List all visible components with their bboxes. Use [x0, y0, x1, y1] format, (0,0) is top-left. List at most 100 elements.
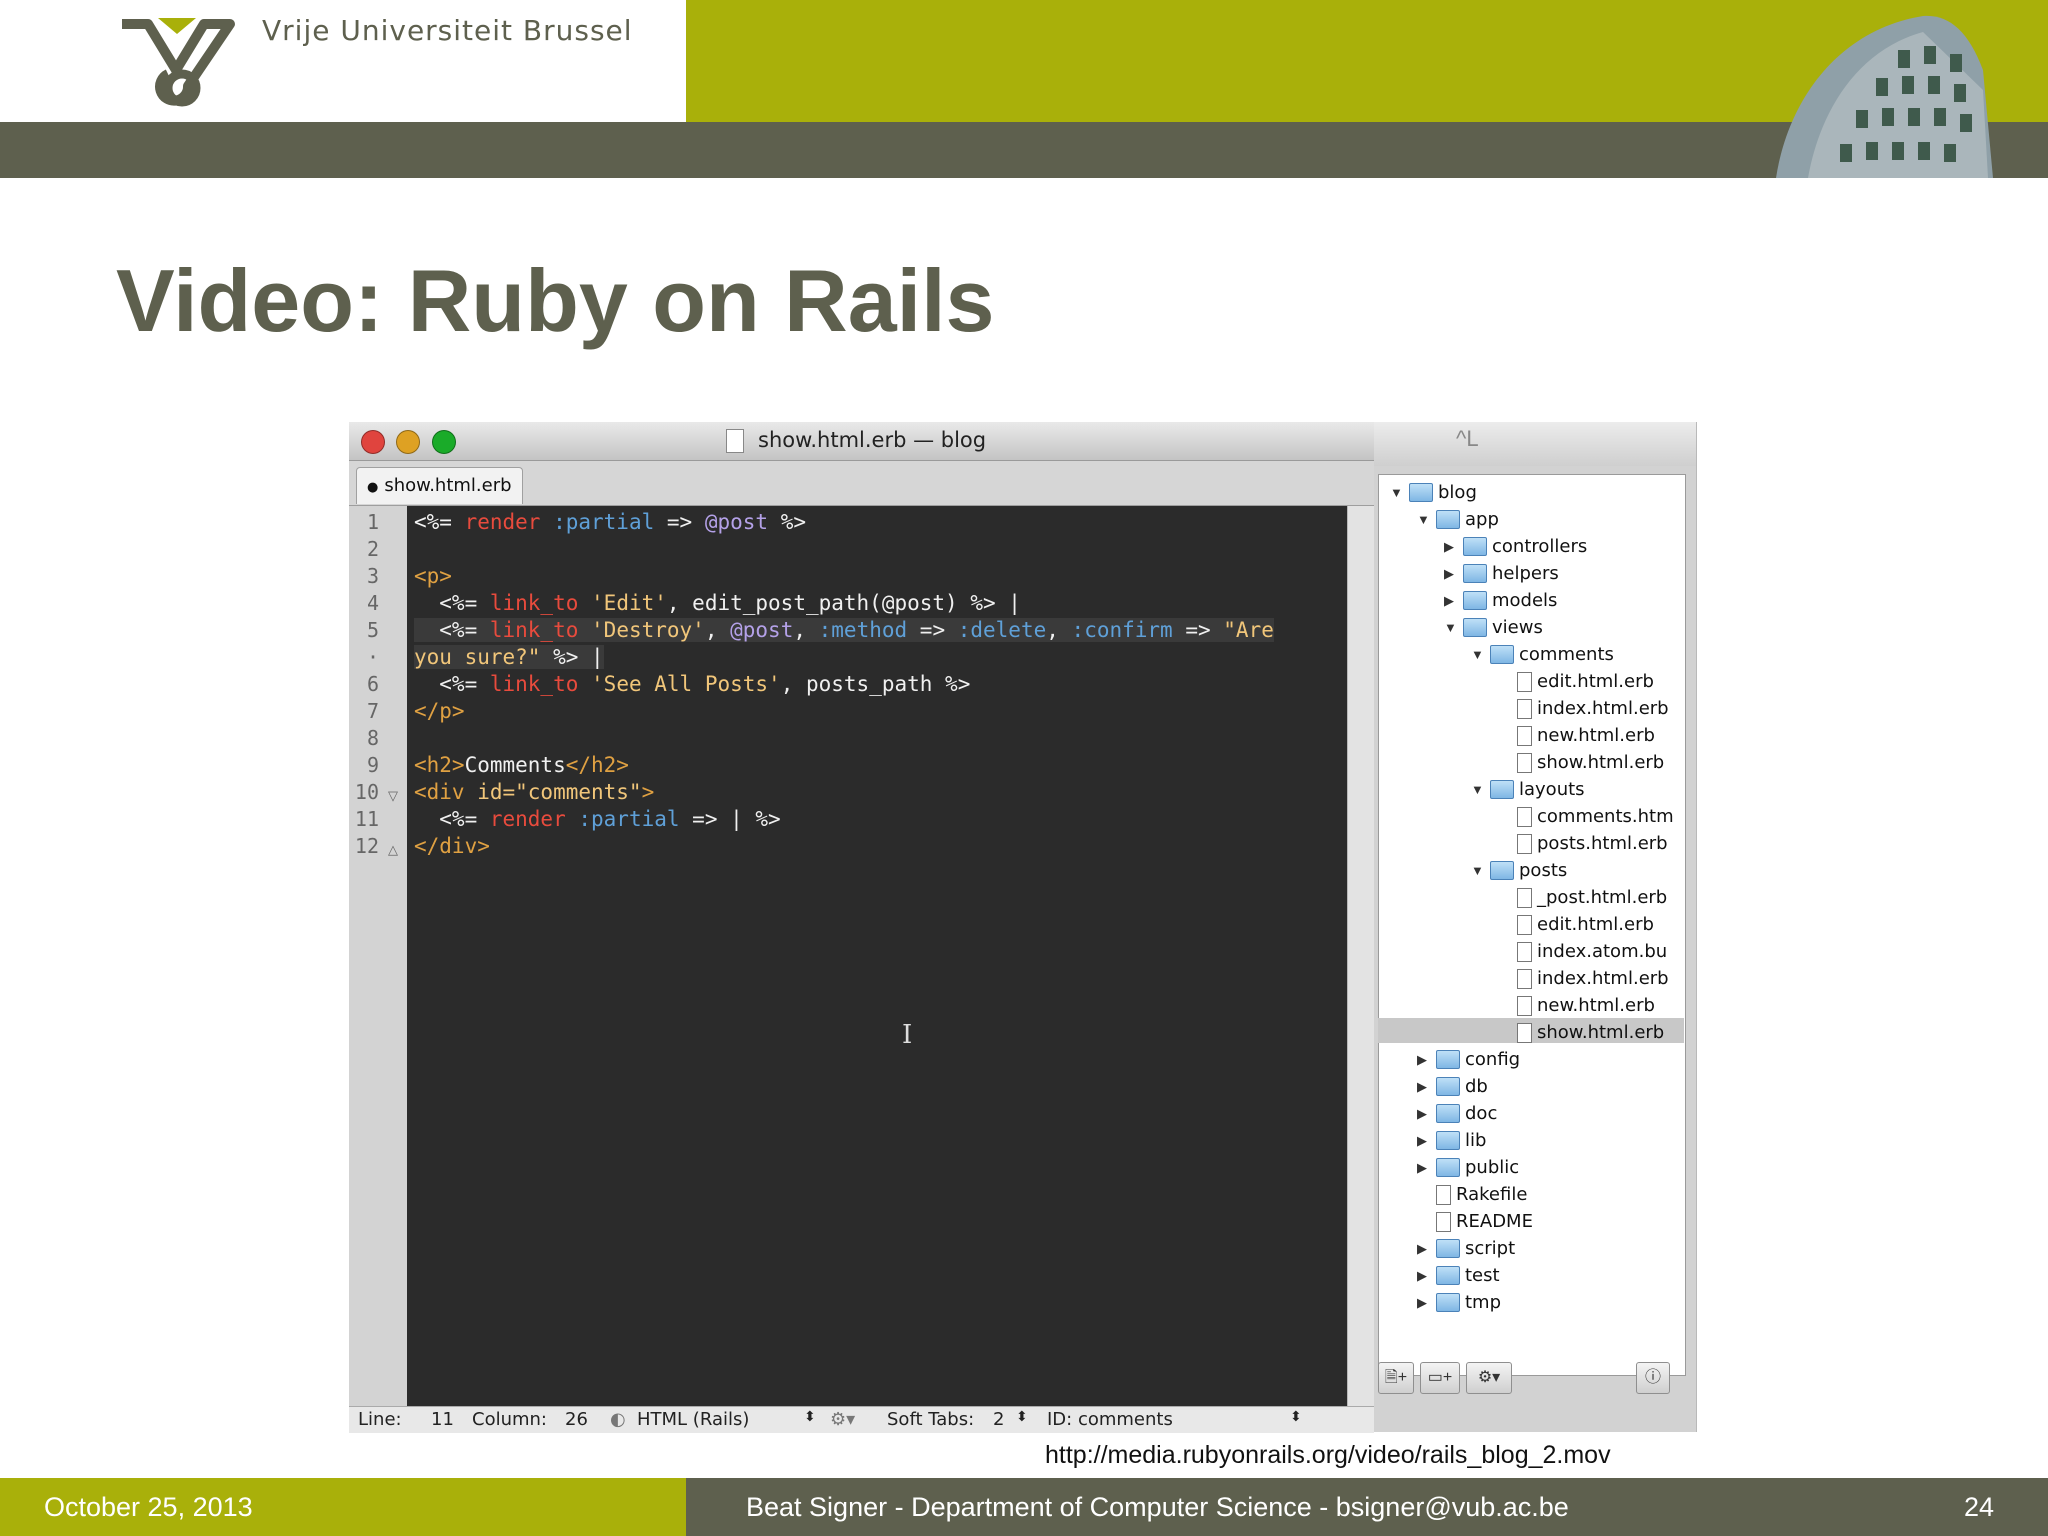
footer-date: October 25, 2013 [44, 1492, 253, 1522]
minimize-window-button[interactable] [396, 430, 420, 454]
disclosure-closed-icon[interactable]: ▶ [1444, 566, 1458, 582]
tree-folder-controllers[interactable]: ▶ controllers [1444, 533, 1587, 560]
tree-folder-blog[interactable]: ▼ blog [1390, 479, 1477, 506]
video-source-url[interactable]: http://media.rubyonrails.org/video/rails… [1045, 1441, 1611, 1470]
tree-item-label: layouts [1519, 779, 1585, 800]
code-token: @post [730, 618, 794, 642]
code-token: :confirm [1071, 618, 1173, 642]
disclosure-closed-icon[interactable]: ▶ [1417, 1079, 1431, 1095]
fold-open-icon[interactable]: ▽ [388, 788, 398, 804]
info-button[interactable]: ⓘ [1636, 1362, 1670, 1394]
tree-folder-models[interactable]: ▶ models [1444, 587, 1557, 614]
tree-folder-tmp[interactable]: ▶ tmp [1417, 1289, 1501, 1316]
new-folder-button[interactable]: ▭+ [1420, 1362, 1460, 1394]
tree-item-label: new.html.erb [1537, 995, 1655, 1016]
tree-file-edit.html.erb[interactable]: edit.html.erb [1498, 668, 1654, 695]
editor-vertical-scrollbar[interactable] [1347, 506, 1375, 1406]
gear-menu-icon[interactable]: ⚙▾ [830, 1409, 855, 1430]
language-stepper-icon[interactable]: ⬍ [804, 1409, 816, 1425]
slide-title: Video: Ruby on Rails [116, 251, 995, 350]
tree-folder-app[interactable]: ▼ app [1417, 506, 1499, 533]
tree-folder-config[interactable]: ▶ config [1417, 1046, 1520, 1073]
code-token: => [907, 618, 958, 642]
tree-file-Rakefile[interactable]: Rakefile [1417, 1181, 1527, 1208]
soft-tabs-value[interactable]: 2 [993, 1409, 1004, 1430]
code-token: 'Destroy' [591, 618, 705, 642]
symbol-selector[interactable]: ID: comments [1047, 1409, 1173, 1430]
disclosure-closed-icon[interactable]: ▶ [1417, 1160, 1431, 1176]
tree-file-index.html.erb[interactable]: index.html.erb [1498, 965, 1669, 992]
language-selector[interactable]: HTML (Rails) [637, 1409, 749, 1430]
tree-folder-db[interactable]: ▶ db [1417, 1073, 1488, 1100]
disclosure-closed-icon[interactable]: ▶ [1417, 1241, 1431, 1257]
line-value: 11 [431, 1409, 454, 1430]
code-line: </p> [414, 699, 465, 723]
disclosure-closed-icon[interactable]: ▶ [1444, 539, 1458, 555]
tree-folder-doc[interactable]: ▶ doc [1417, 1100, 1497, 1127]
tree-file-edit.html.erb[interactable]: edit.html.erb [1498, 911, 1654, 938]
code-token: render [464, 510, 541, 534]
folder-icon [1436, 1266, 1460, 1285]
building-photo [1776, 15, 1993, 178]
disclosure-open-icon[interactable]: ▼ [1471, 863, 1485, 878]
folder-icon [1436, 510, 1460, 529]
tabs-stepper-icon[interactable]: ⬍ [1016, 1409, 1028, 1425]
disclosure-closed-icon[interactable]: ▶ [1417, 1106, 1431, 1122]
disclosure-closed-icon[interactable]: ▶ [1417, 1133, 1431, 1149]
tree-folder-script[interactable]: ▶ script [1417, 1235, 1515, 1262]
tree-file-README[interactable]: README [1417, 1208, 1533, 1235]
tree-item-label: helpers [1492, 563, 1559, 584]
file-icon [1436, 1211, 1451, 1232]
tree-folder-comments[interactable]: ▼ comments [1471, 641, 1614, 668]
close-window-button[interactable] [361, 430, 385, 454]
fold-close-icon[interactable]: △ [388, 842, 398, 858]
tree-file-show.html.erb[interactable]: show.html.erb [1498, 749, 1664, 776]
tree-folder-views[interactable]: ▼ views [1444, 614, 1543, 641]
tree-folder-posts[interactable]: ▼ posts [1471, 857, 1567, 884]
code-token: %> | [540, 645, 604, 669]
text-cursor-icon: I [902, 1020, 913, 1050]
code-token: @post [704, 510, 769, 534]
new-file-button[interactable]: 🗎+ [1378, 1362, 1414, 1394]
file-icon [1517, 698, 1532, 719]
file-icon [1517, 833, 1532, 854]
tree-file-comments.htm[interactable]: comments.htm [1498, 803, 1674, 830]
tree-file-new.html.erb[interactable]: new.html.erb [1498, 992, 1655, 1019]
code-token: , edit_post_path(@post) %> | [666, 591, 1021, 615]
tree-folder-test[interactable]: ▶ test [1417, 1262, 1500, 1289]
disclosure-closed-icon[interactable]: ▶ [1417, 1052, 1431, 1068]
disclosure-open-icon[interactable]: ▼ [1471, 647, 1485, 662]
drawer-gear-button[interactable]: ⚙▾ [1466, 1362, 1512, 1394]
disclosure-closed-icon[interactable]: ▶ [1444, 593, 1458, 609]
tree-item-label: _post.html.erb [1537, 887, 1668, 908]
tree-item-label: script [1465, 1238, 1516, 1259]
disclosure-closed-icon[interactable]: ▶ [1417, 1295, 1431, 1311]
disclosure-open-icon[interactable]: ▼ [1390, 485, 1404, 500]
disclosure-open-icon[interactable]: ▼ [1417, 512, 1431, 527]
tree-file-new.html.erb[interactable]: new.html.erb [1498, 722, 1655, 749]
tab-show-html-erb[interactable]: ● show.html.erb [356, 467, 523, 504]
tree-folder-public[interactable]: ▶ public [1417, 1154, 1519, 1181]
symbol-stepper-icon[interactable]: ⬍ [1290, 1409, 1302, 1425]
folder-icon [1436, 1158, 1460, 1177]
disclosure-open-icon[interactable]: ▼ [1471, 782, 1485, 797]
tree-folder-layouts[interactable]: ▼ layouts [1471, 776, 1585, 803]
tree-folder-helpers[interactable]: ▶ helpers [1444, 560, 1559, 587]
folder-icon [1490, 861, 1514, 880]
tree-file-index.html.erb[interactable]: index.html.erb [1498, 695, 1669, 722]
line-number: 1 [366, 510, 379, 534]
zoom-window-button[interactable] [432, 430, 456, 454]
tree-file-_post.html.erb[interactable]: _post.html.erb [1498, 884, 1667, 911]
disclosure-closed-icon[interactable]: ▶ [1417, 1268, 1431, 1284]
tree-file-posts.html.erb[interactable]: posts.html.erb [1498, 830, 1668, 857]
code-token: <%= [414, 672, 490, 696]
disclosure-open-icon[interactable]: ▼ [1444, 620, 1458, 635]
tree-file-index.atom.bu[interactable]: index.atom.bu [1498, 938, 1667, 965]
file-icon [1517, 671, 1532, 692]
line-number: · [366, 645, 379, 669]
code-line: <div id="comments"> [414, 780, 654, 804]
line-number: 4 [366, 591, 379, 615]
tree-file-show.html.erb[interactable]: show.html.erb [1498, 1019, 1664, 1046]
tree-folder-lib[interactable]: ▶ lib [1417, 1127, 1486, 1154]
